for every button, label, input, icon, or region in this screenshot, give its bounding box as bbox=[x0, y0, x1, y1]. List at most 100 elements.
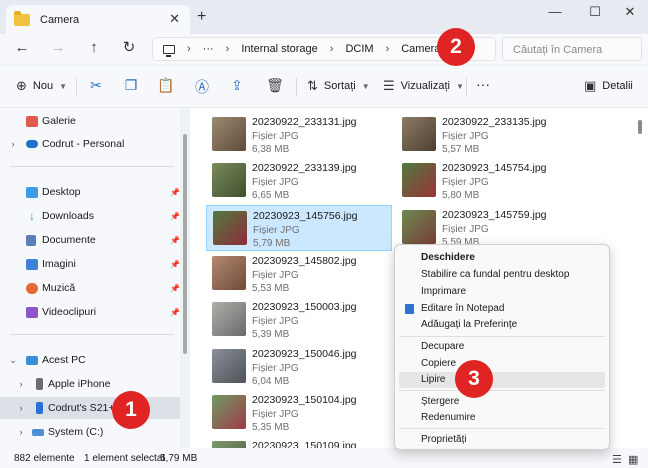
view-button[interactable]: ☰ Vizualizați ▼ bbox=[383, 78, 464, 94]
pin-icon[interactable]: 📌 bbox=[170, 308, 180, 317]
pin-icon[interactable]: 📌 bbox=[170, 188, 180, 197]
file-size: 5,79 MB bbox=[253, 238, 291, 249]
sidebar-item-apple-iphone[interactable]: › Apple iPhone bbox=[0, 373, 180, 395]
file-item[interactable]: 20230922_233135.jpg Fișier JPG 5,57 MB bbox=[396, 112, 582, 158]
up-button[interactable]: ↑ bbox=[84, 40, 104, 56]
menu-item-delete[interactable]: Ștergere bbox=[399, 394, 605, 410]
pin-icon[interactable]: 📌 bbox=[170, 284, 180, 293]
chevron-down-icon[interactable]: ⌄ bbox=[8, 355, 18, 366]
sidebar-item-this-pc[interactable]: ⌄ Acest PC bbox=[0, 349, 180, 371]
callout-3: 3 bbox=[455, 360, 493, 398]
onedrive-icon bbox=[26, 140, 38, 148]
menu-item-edit-notepad[interactable]: Editare în Notepad bbox=[399, 301, 605, 317]
menu-item-rename[interactable]: Redenumire bbox=[399, 410, 605, 426]
navigation-pane: Galerie › Codrut - Personal Desktop 📌 ↓ … bbox=[0, 108, 180, 448]
chevron-right-icon[interactable]: › bbox=[16, 427, 26, 437]
breadcrumb-more[interactable]: ··· bbox=[203, 43, 214, 55]
sidebar-item-downloads[interactable]: ↓ Downloads 📌 bbox=[0, 205, 180, 227]
share-icon[interactable]: ⇪ bbox=[228, 77, 246, 94]
sidebar-divider bbox=[10, 166, 174, 167]
file-type: Fișier JPG bbox=[252, 177, 299, 188]
search-input[interactable]: Căutați în Camera bbox=[502, 37, 642, 61]
file-name: 20230923_145759.jpg bbox=[442, 209, 547, 221]
sidebar-item-galaxy-s21[interactable]: › Codrut's S21+ bbox=[0, 397, 180, 419]
refresh-button[interactable]: ↻ bbox=[119, 40, 139, 56]
rename-icon[interactable]: Ⓐ bbox=[193, 77, 211, 97]
pin-icon[interactable]: 📌 bbox=[170, 236, 180, 245]
new-button[interactable]: ⊕ Nou ▼ bbox=[16, 78, 67, 94]
menu-item-open[interactable]: Deschidere bbox=[399, 250, 605, 266]
menu-item-paste[interactable]: Lipire bbox=[399, 372, 605, 388]
menu-item-copy[interactable]: Copiere bbox=[399, 356, 605, 372]
menu-item-properties[interactable]: Proprietăți bbox=[399, 432, 605, 448]
menu-item-cut[interactable]: Decupare bbox=[399, 339, 605, 355]
file-item[interactable]: 20230923_150104.jpg Fișier JPG 5,35 MB bbox=[206, 390, 392, 436]
chevron-right-icon[interactable]: › bbox=[16, 403, 26, 413]
tab-close-icon[interactable]: ✕ bbox=[169, 11, 180, 27]
more-options-button[interactable]: ··· bbox=[476, 76, 490, 92]
file-item[interactable]: 20230923_150109.jpg bbox=[206, 436, 392, 448]
sidebar-item-music[interactable]: Muzică 📌 bbox=[0, 277, 180, 299]
sidebar-item-desktop[interactable]: Desktop 📌 bbox=[0, 181, 180, 203]
file-item[interactable]: 20230922_233139.jpg Fișier JPG 6,65 MB bbox=[206, 158, 392, 204]
sidebar-item-label: Downloads bbox=[42, 210, 94, 222]
chevron-right-icon[interactable]: › bbox=[16, 379, 26, 389]
breadcrumb-separator: › bbox=[187, 43, 191, 55]
file-type: Fișier JPG bbox=[252, 131, 299, 142]
music-icon bbox=[26, 282, 38, 294]
file-item[interactable]: 20230923_150003.jpg Fișier JPG 5,39 MB bbox=[206, 297, 392, 343]
details-view-icon[interactable]: ☰ bbox=[612, 453, 622, 466]
menu-item-add-favorites[interactable]: Adăugați la Preferințe bbox=[399, 317, 605, 333]
maximize-button[interactable]: ☐ bbox=[585, 4, 605, 20]
sidebar-item-gallery[interactable]: Galerie bbox=[0, 110, 180, 132]
breadcrumb-dcim[interactable]: DCIM bbox=[345, 43, 373, 55]
file-item[interactable]: 20230922_233131.jpg Fișier JPG 6,38 MB bbox=[206, 112, 392, 158]
back-button[interactable]: ← bbox=[12, 40, 32, 56]
file-item[interactable]: 20230923_145754.jpg Fișier JPG 5,80 MB bbox=[396, 158, 582, 204]
context-menu: Deschidere Stabilire ca fundal pentru de… bbox=[394, 244, 610, 450]
breadcrumb-camera[interactable]: Camera bbox=[401, 43, 440, 55]
file-list-scrollbar[interactable] bbox=[638, 120, 642, 134]
sort-button[interactable]: ⇅ Sortați ▼ bbox=[307, 78, 370, 94]
sidebar-item-system-c[interactable]: › System (C:) bbox=[0, 421, 180, 443]
sidebar-item-pictures[interactable]: Imagini 📌 bbox=[0, 253, 180, 275]
sidebar-item-documents[interactable]: Documente 📌 bbox=[0, 229, 180, 251]
pin-icon[interactable]: 📌 bbox=[170, 260, 180, 269]
cut-icon[interactable]: ✂ bbox=[87, 77, 105, 94]
menu-item-set-desktop-background[interactable]: Stabilire ca fundal pentru desktop bbox=[399, 267, 605, 283]
file-item-selected[interactable]: 20230923_145756.jpg Fișier JPG 5,79 MB bbox=[206, 205, 392, 251]
new-tab-button[interactable]: + bbox=[197, 8, 206, 26]
details-pane-icon: ▣ bbox=[584, 78, 597, 93]
close-window-button[interactable]: ✕ bbox=[620, 4, 640, 20]
file-name: 20230922_233139.jpg bbox=[252, 162, 357, 174]
tab-camera[interactable]: Camera ✕ bbox=[6, 5, 190, 34]
file-size: 6,65 MB bbox=[252, 190, 290, 201]
minimize-button[interactable]: — bbox=[545, 4, 565, 19]
status-bar: 882 elemente 1 element selectat 5,79 MB … bbox=[0, 448, 648, 468]
file-type: Fișier JPG bbox=[253, 225, 300, 236]
file-size: 5,39 MB bbox=[252, 329, 290, 340]
file-type: Fișier JPG bbox=[252, 316, 299, 327]
file-type: Fișier JPG bbox=[442, 224, 489, 235]
sidebar-item-videos[interactable]: Videoclipuri 📌 bbox=[0, 301, 180, 323]
details-button[interactable]: ▣ Detalii bbox=[584, 78, 633, 94]
file-size: 6,38 MB bbox=[252, 144, 290, 155]
file-item[interactable]: 20230923_150046.jpg Fișier JPG 6,04 MB bbox=[206, 344, 392, 390]
delete-icon[interactable]: 🗑 bbox=[266, 77, 284, 94]
sidebar-divider bbox=[10, 334, 174, 335]
breadcrumb-internal-storage[interactable]: Internal storage bbox=[241, 43, 317, 55]
copy-icon[interactable]: ❐ bbox=[122, 77, 140, 94]
forward-button[interactable]: → bbox=[48, 40, 68, 56]
view-icon: ☰ bbox=[383, 78, 395, 93]
file-item[interactable]: 20230923_145802.jpg Fișier JPG 5,53 MB bbox=[206, 251, 392, 297]
menu-item-print[interactable]: Imprimare bbox=[399, 284, 605, 300]
tiles-view-icon[interactable]: ▦ bbox=[628, 453, 638, 466]
sidebar-item-onedrive[interactable]: › Codrut - Personal bbox=[0, 133, 180, 155]
pin-icon[interactable]: 📌 bbox=[170, 212, 180, 221]
paste-icon[interactable]: 📋 bbox=[157, 77, 175, 94]
computer-icon bbox=[163, 44, 175, 57]
navigation-scrollbar[interactable] bbox=[183, 134, 187, 354]
file-name: 20230923_150104.jpg bbox=[252, 394, 357, 406]
sort-button-label: Sortați bbox=[323, 80, 356, 92]
chevron-right-icon[interactable]: › bbox=[8, 139, 18, 149]
